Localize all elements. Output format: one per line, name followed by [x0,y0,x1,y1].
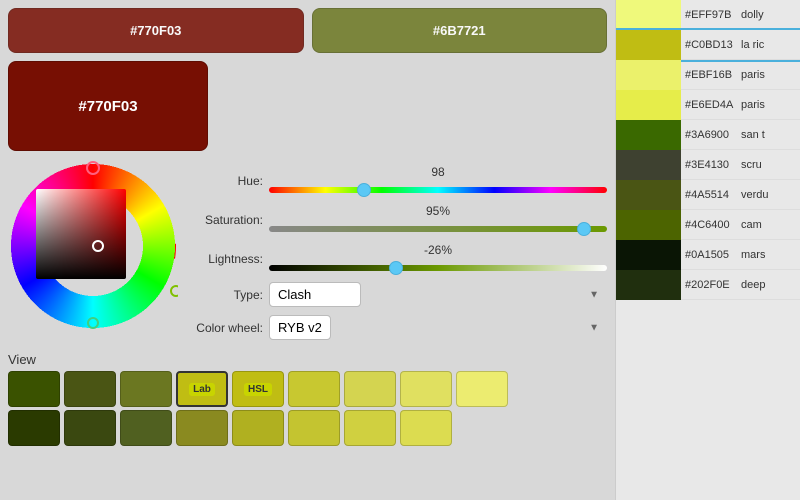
color-swatch-7 [616,210,681,240]
saturation-row: Saturation: 95% [188,204,607,235]
color-list-item-4[interactable]: #3A6900 san t [616,120,800,150]
color-swatch-4 [616,120,681,150]
sliders-panel: Hue: 98 Saturation: 95% Lightn [188,161,607,340]
color-wheel-svg [8,161,178,331]
top-swatch-2[interactable]: #6B7721 [312,8,608,53]
color-swatch-8 [616,240,681,270]
color-name-1: la ric [741,39,764,51]
bottom-swatches-row1: Lab HSL [8,371,607,407]
type-select[interactable]: Clash Complement Analogous Triadic Tetra… [269,282,361,307]
colorwheel-label: Color wheel: [188,321,263,335]
color-list-item-0[interactable]: #EFF97B dolly [616,0,800,30]
color-hex-8: #0A1505 [681,249,741,261]
color-name-7: cam [741,219,762,231]
color-list-item-3[interactable]: #E6ED4A paris [616,90,800,120]
color-list-item-1[interactable]: #C0BD13 la ric [616,30,800,60]
saturation-value: 95% [269,204,607,218]
hsl-badge: HSL [244,383,272,396]
bottom-swatch-r2-6[interactable] [344,410,396,446]
bottom-swatch-r2-3[interactable] [176,410,228,446]
type-row: Type: Clash Complement Analogous Triadic… [188,282,607,307]
bottom-swatch-1[interactable] [64,371,116,407]
color-name-0: dolly [741,9,764,21]
top-swatch-1-label: #770F03 [130,23,181,38]
type-label: Type: [188,288,263,302]
saturation-label: Saturation: [188,213,263,227]
colorwheel-select-wrapper: RYB v2 RYB RGB [269,315,607,340]
lightness-label: Lightness: [188,252,263,266]
color-name-8: mars [741,249,765,261]
view-label: View [8,352,607,367]
lightness-row: Lightness: -26% [188,243,607,274]
color-wheel-container[interactable] [8,161,178,331]
bottom-swatch-3[interactable]: Lab [176,371,228,407]
colorwheel-row: Color wheel: RYB v2 RYB RGB [188,315,607,340]
bottom-swatch-7[interactable] [400,371,452,407]
color-swatch-6 [616,180,681,210]
color-hex-4: #3A6900 [681,129,741,141]
bottom-swatch-r2-4[interactable] [232,410,284,446]
bottom-swatch-r2-7[interactable] [400,410,452,446]
color-hex-9: #202F0E [681,279,741,291]
color-name-2: paris [741,69,765,81]
top-swatch-2-label: #6B7721 [433,23,486,38]
color-hex-2: #EBF16B [681,69,741,81]
colorwheel-select[interactable]: RYB v2 RYB RGB [269,315,331,340]
color-swatch-1 [616,30,681,60]
color-name-5: scru [741,159,762,171]
color-list-item-7[interactable]: #4C6400 cam [616,210,800,240]
color-hex-6: #4A5514 [681,189,741,201]
bottom-swatch-8[interactable] [456,371,508,407]
hue-label: Hue: [188,174,263,188]
lightness-slider[interactable] [269,265,607,271]
color-swatch-0 [616,0,681,30]
bottom-swatch-r2-5[interactable] [288,410,340,446]
color-hex-0: #EFF97B [681,9,741,21]
top-swatch-1[interactable]: #770F03 [8,8,304,53]
bottom-swatch-2[interactable] [120,371,172,407]
main-swatch[interactable]: #770F03 [8,61,208,151]
hue-value: 98 [269,165,607,179]
bottom-swatch-r2-1[interactable] [64,410,116,446]
type-select-wrapper: Clash Complement Analogous Triadic Tetra… [269,282,607,307]
bottom-swatch-r2-0[interactable] [8,410,60,446]
color-list-panel: #EFF97B dolly #C0BD13 la ric #EBF16B par… [615,0,800,500]
color-hex-7: #4C6400 [681,219,741,231]
lightness-value: -26% [269,243,607,257]
saturation-slider[interactable] [269,226,607,232]
color-list-item-5[interactable]: #3E4130 scru [616,150,800,180]
color-name-3: paris [741,99,765,111]
bottom-swatches-row2 [8,410,607,446]
bottom-swatch-4[interactable]: HSL [232,371,284,407]
color-name-4: san t [741,129,765,141]
bottom-swatch-0[interactable] [8,371,60,407]
color-list-item-9[interactable]: #202F0E deep [616,270,800,300]
color-name-9: deep [741,279,765,291]
color-swatch-2 [616,60,681,90]
color-list-item-6[interactable]: #4A5514 verdu [616,180,800,210]
bottom-swatch-r2-2[interactable] [120,410,172,446]
color-list-item-8[interactable]: #0A1505 mars [616,240,800,270]
saturation-wrapper: 95% [269,204,607,235]
color-swatch-3 [616,90,681,120]
main-swatch-label: #770F03 [78,98,137,115]
color-name-6: verdu [741,189,769,201]
bottom-swatch-6[interactable] [344,371,396,407]
hue-slider[interactable] [269,187,607,193]
color-swatch-5 [616,150,681,180]
color-swatch-9 [616,270,681,300]
color-hex-1: #C0BD13 [681,39,741,51]
bottom-swatch-5[interactable] [288,371,340,407]
color-hex-5: #3E4130 [681,159,741,171]
lightness-wrapper: -26% [269,243,607,274]
color-hex-3: #E6ED4A [681,99,741,111]
hue-wrapper: 98 [269,165,607,196]
color-list-item-2[interactable]: #EBF16B paris [616,60,800,90]
hue-row: Hue: 98 [188,165,607,196]
view-section: View Lab HSL [8,352,607,446]
lab-badge: Lab [189,383,215,396]
